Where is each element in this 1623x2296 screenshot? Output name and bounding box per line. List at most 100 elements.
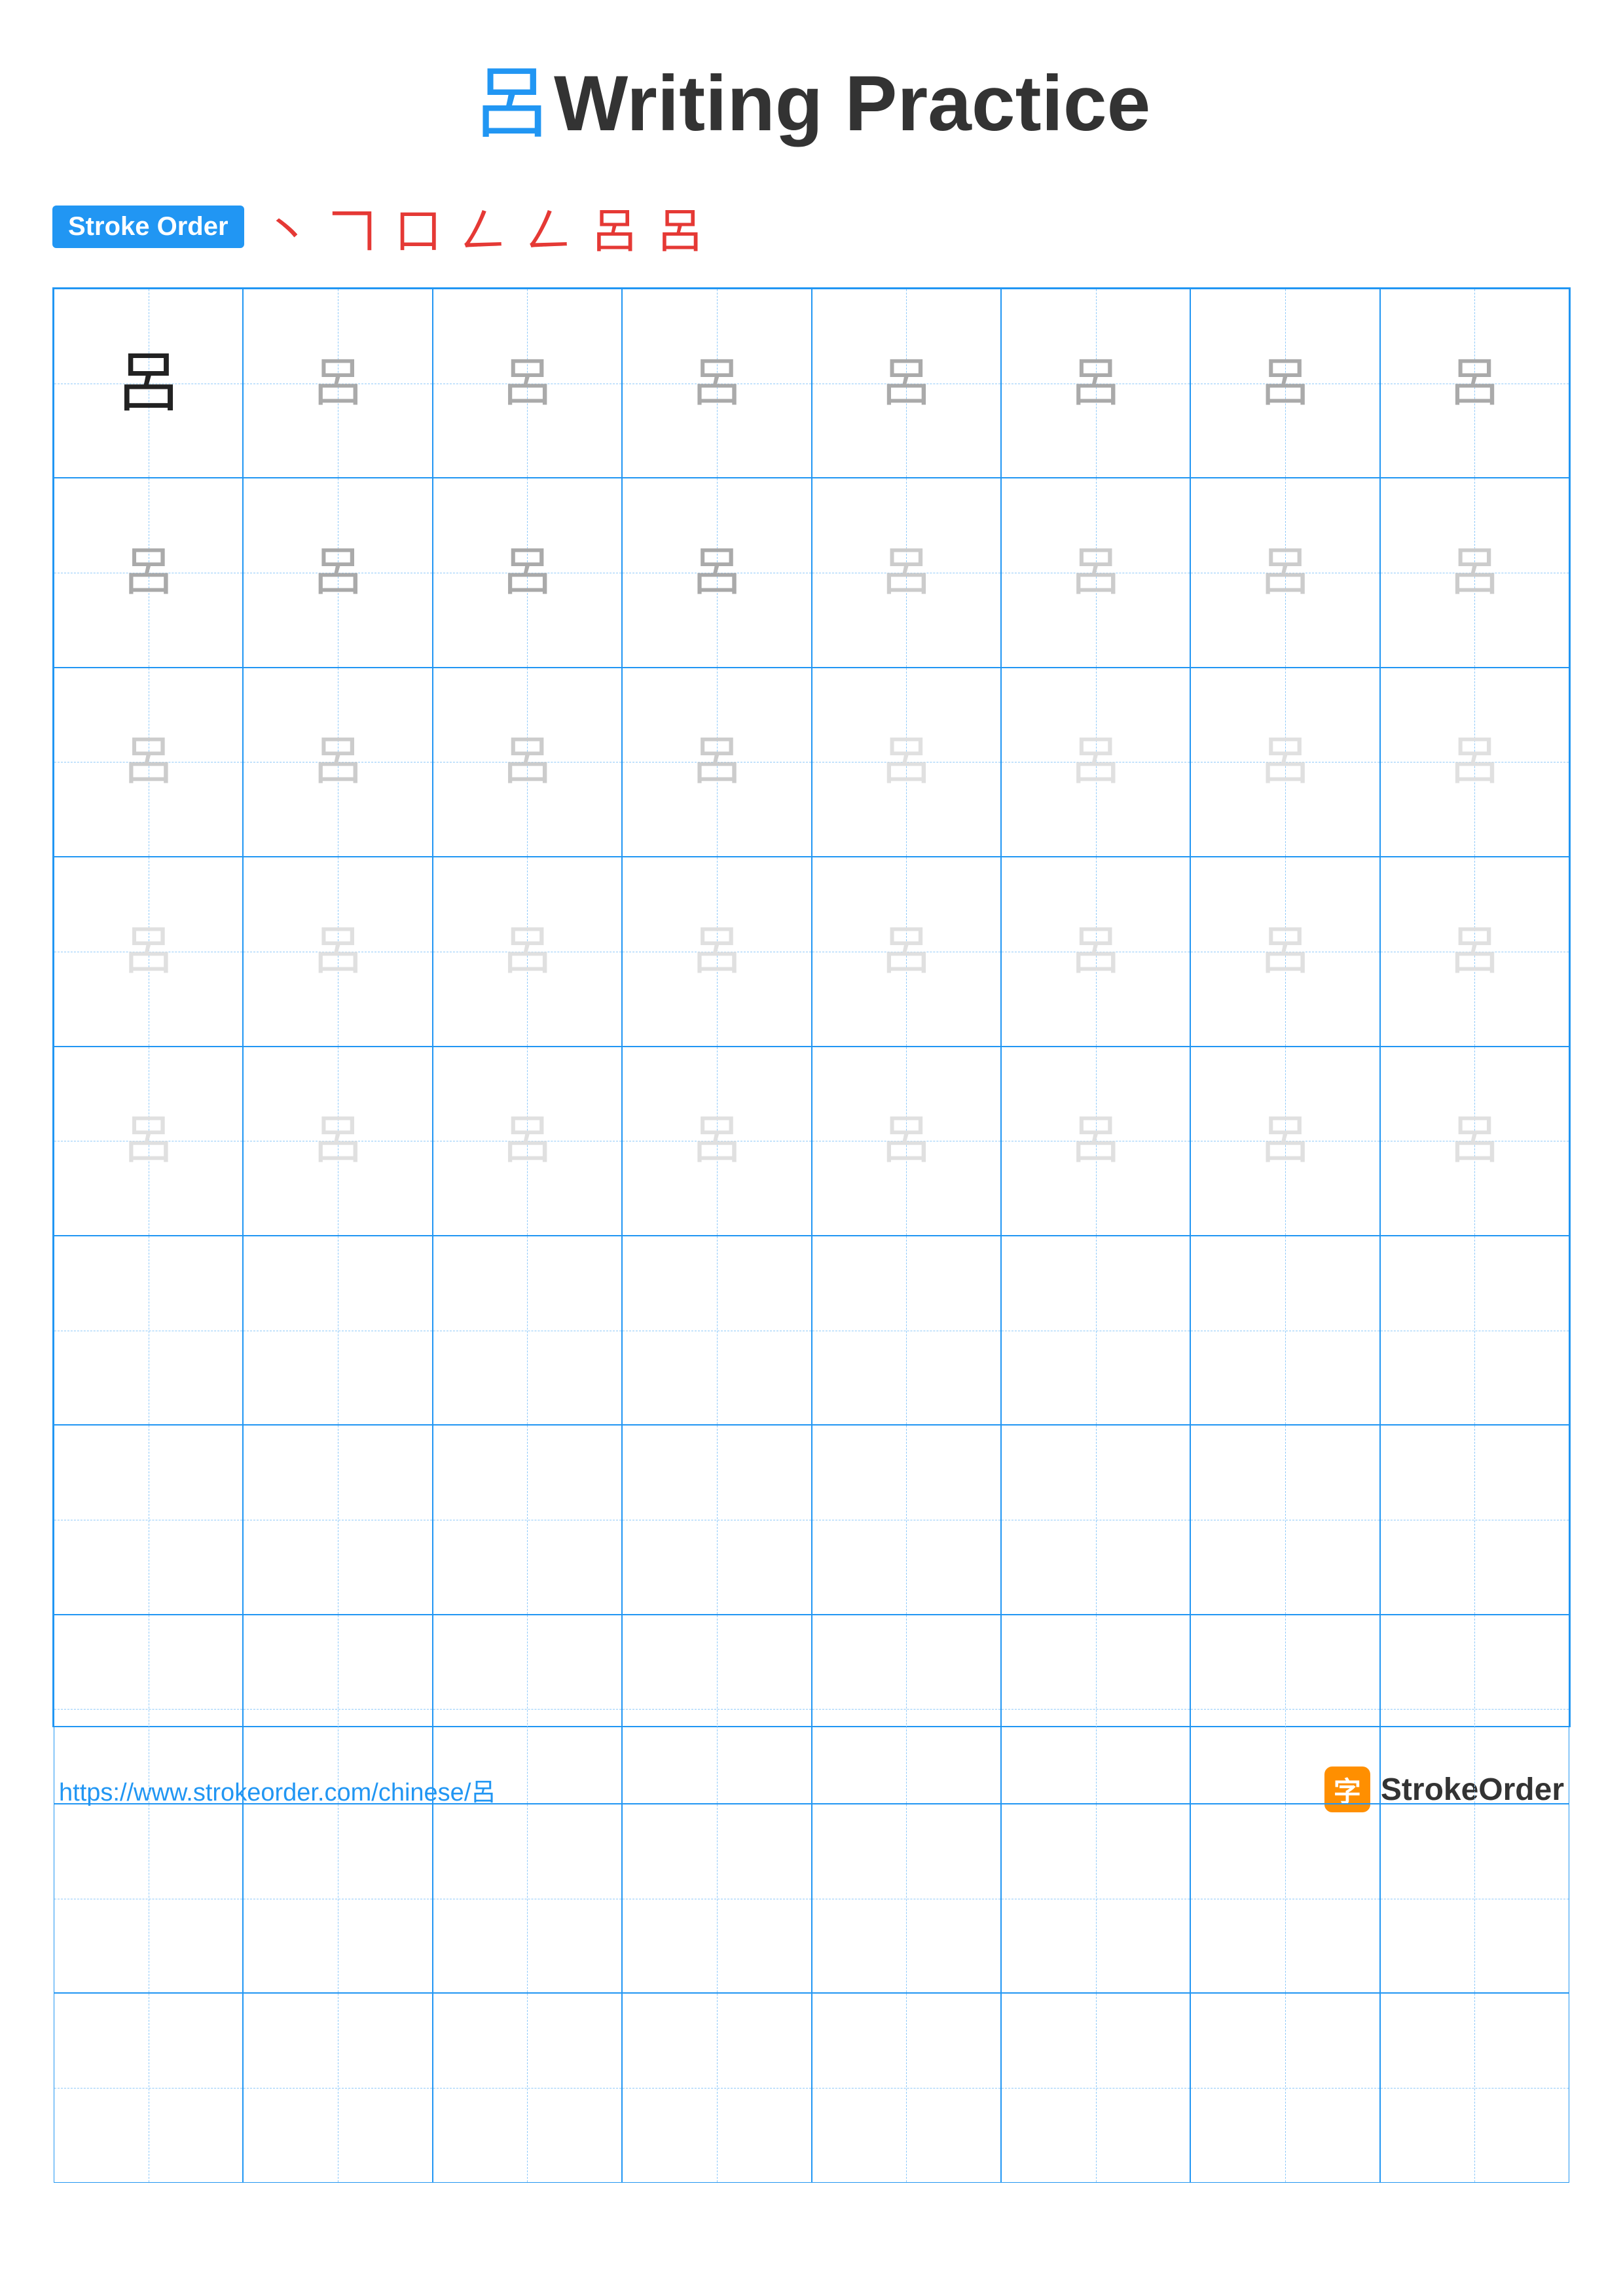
grid-cell-r6-c2[interactable] [433, 1425, 622, 1614]
grid-cell-r6-c6[interactable] [1190, 1425, 1379, 1614]
cell-char-r2-c6: 呂 [1259, 736, 1311, 788]
grid-cell-r5-c5[interactable] [1001, 1236, 1190, 1425]
grid-cell-r3-c6[interactable]: 呂 [1190, 857, 1379, 1046]
grid-cell-r1-c6[interactable]: 呂 [1190, 478, 1379, 667]
grid-cell-r2-c0[interactable]: 呂 [54, 668, 243, 857]
cell-char-r4-c6: 呂 [1259, 1115, 1311, 1167]
grid-cell-r0-c2[interactable]: 呂 [433, 289, 622, 478]
grid-cell-r4-c0[interactable]: 呂 [54, 1047, 243, 1236]
grid-cell-r2-c5[interactable]: 呂 [1001, 668, 1190, 857]
grid-cell-r5-c0[interactable] [54, 1236, 243, 1425]
grid-cell-r2-c7[interactable]: 呂 [1380, 668, 1569, 857]
grid-cell-r7-c5[interactable] [1001, 1615, 1190, 1804]
grid-cell-r5-c2[interactable] [433, 1236, 622, 1425]
grid-cell-r2-c6[interactable]: 呂 [1190, 668, 1379, 857]
grid-cell-r3-c0[interactable]: 呂 [54, 857, 243, 1046]
grid-cell-r3-c5[interactable]: 呂 [1001, 857, 1190, 1046]
grid-cell-r0-c3[interactable]: 呂 [622, 289, 811, 478]
grid-cell-r5-c4[interactable] [812, 1236, 1001, 1425]
cell-char-r3-c4: 呂 [880, 925, 932, 978]
grid-cell-r6-c7[interactable] [1380, 1425, 1569, 1614]
grid-cell-r8-c0[interactable] [54, 1804, 243, 1993]
grid-cell-r6-c0[interactable] [54, 1425, 243, 1614]
grid-cell-r4-c1[interactable]: 呂 [243, 1047, 432, 1236]
grid-cell-r9-c5[interactable] [1001, 1993, 1190, 2182]
grid-cell-r8-c7[interactable] [1380, 1804, 1569, 1993]
cell-char-r3-c0: 呂 [122, 925, 175, 978]
grid-cell-r0-c0[interactable]: 呂 [54, 289, 243, 478]
grid-cell-r9-c7[interactable] [1380, 1993, 1569, 2182]
grid-cell-r8-c3[interactable] [622, 1804, 811, 1993]
grid-cell-r4-c3[interactable]: 呂 [622, 1047, 811, 1236]
grid-cell-r8-c1[interactable] [243, 1804, 432, 1993]
grid-cell-r7-c0[interactable] [54, 1615, 243, 1804]
grid-cell-r0-c5[interactable]: 呂 [1001, 289, 1190, 478]
grid-cell-r7-c2[interactable] [433, 1615, 622, 1804]
grid-cell-r1-c2[interactable]: 呂 [433, 478, 622, 667]
grid-cell-r3-c4[interactable]: 呂 [812, 857, 1001, 1046]
grid-cell-r1-c0[interactable]: 呂 [54, 478, 243, 667]
grid-cell-r0-c1[interactable]: 呂 [243, 289, 432, 478]
grid-cell-r9-c1[interactable] [243, 1993, 432, 2182]
grid-cell-r4-c5[interactable]: 呂 [1001, 1047, 1190, 1236]
grid-cell-r8-c2[interactable] [433, 1804, 622, 1993]
grid-cell-r6-c5[interactable] [1001, 1425, 1190, 1614]
cell-char-r2-c0: 呂 [122, 736, 175, 788]
grid-cell-r6-c1[interactable] [243, 1425, 432, 1614]
grid-cell-r8-c5[interactable] [1001, 1804, 1190, 1993]
stroke-order-chars: 丶 𠃍 口 𠃋 𠃋 呂 呂 [264, 192, 704, 261]
stroke-order-badge: Stroke Order [52, 206, 244, 248]
cell-char-r0-c1: 呂 [312, 357, 364, 410]
cell-char-r4-c2: 呂 [501, 1115, 553, 1167]
grid-cell-r2-c2[interactable]: 呂 [433, 668, 622, 857]
cell-char-r2-c7: 呂 [1448, 736, 1501, 788]
grid-cell-r0-c6[interactable]: 呂 [1190, 289, 1379, 478]
grid-cell-r9-c4[interactable] [812, 1993, 1001, 2182]
grid-cell-r9-c2[interactable] [433, 1993, 622, 2182]
grid-cell-r4-c7[interactable]: 呂 [1380, 1047, 1569, 1236]
cell-char-r3-c2: 呂 [501, 925, 553, 978]
grid-cell-r0-c7[interactable]: 呂 [1380, 289, 1569, 478]
grid-cell-r1-c3[interactable]: 呂 [622, 478, 811, 667]
grid-cell-r9-c6[interactable] [1190, 1993, 1379, 2182]
grid-cell-r6-c3[interactable] [622, 1425, 811, 1614]
grid-cell-r1-c4[interactable]: 呂 [812, 478, 1001, 667]
cell-char-r1-c2: 呂 [501, 547, 553, 599]
grid-cell-r1-c5[interactable]: 呂 [1001, 478, 1190, 667]
grid-cell-r4-c6[interactable]: 呂 [1190, 1047, 1379, 1236]
grid-cell-r3-c1[interactable]: 呂 [243, 857, 432, 1046]
grid-cell-r3-c2[interactable]: 呂 [433, 857, 622, 1046]
stroke-3: 口 [395, 192, 442, 261]
grid-cell-r1-c1[interactable]: 呂 [243, 478, 432, 667]
practice-grid: 呂呂呂呂呂呂呂呂呂呂呂呂呂呂呂呂呂呂呂呂呂呂呂呂呂呂呂呂呂呂呂呂呂呂呂呂呂呂呂呂 [52, 287, 1571, 1727]
stroke-4: 𠃋 [460, 192, 507, 261]
grid-cell-r3-c7[interactable]: 呂 [1380, 857, 1569, 1046]
grid-cell-r8-c4[interactable] [812, 1804, 1001, 1993]
cell-char-r3-c5: 呂 [1070, 925, 1122, 978]
grid-cell-r7-c7[interactable] [1380, 1615, 1569, 1804]
grid-cell-r7-c3[interactable] [622, 1615, 811, 1804]
grid-cell-r6-c4[interactable] [812, 1425, 1001, 1614]
grid-cell-r4-c2[interactable]: 呂 [433, 1047, 622, 1236]
grid-cell-r5-c7[interactable] [1380, 1236, 1569, 1425]
grid-cell-r2-c4[interactable]: 呂 [812, 668, 1001, 857]
cell-char-r1-c6: 呂 [1259, 547, 1311, 599]
grid-cell-r7-c6[interactable] [1190, 1615, 1379, 1804]
grid-cell-r0-c4[interactable]: 呂 [812, 289, 1001, 478]
grid-cell-r9-c0[interactable] [54, 1993, 243, 2182]
cell-char-r2-c3: 呂 [691, 736, 743, 788]
grid-cell-r2-c1[interactable]: 呂 [243, 668, 432, 857]
grid-cell-r4-c4[interactable]: 呂 [812, 1047, 1001, 1236]
grid-cell-r7-c4[interactable] [812, 1615, 1001, 1804]
grid-cell-r5-c1[interactable] [243, 1236, 432, 1425]
grid-cell-r3-c3[interactable]: 呂 [622, 857, 811, 1046]
title-text: Writing Practice [554, 60, 1150, 147]
grid-cell-r8-c6[interactable] [1190, 1804, 1379, 1993]
grid-cell-r5-c3[interactable] [622, 1236, 811, 1425]
grid-cell-r1-c7[interactable]: 呂 [1380, 478, 1569, 667]
grid-cell-r7-c1[interactable] [243, 1615, 432, 1804]
grid-cell-r9-c3[interactable] [622, 1993, 811, 2182]
cell-char-r2-c5: 呂 [1070, 736, 1122, 788]
grid-cell-r2-c3[interactable]: 呂 [622, 668, 811, 857]
grid-cell-r5-c6[interactable] [1190, 1236, 1379, 1425]
